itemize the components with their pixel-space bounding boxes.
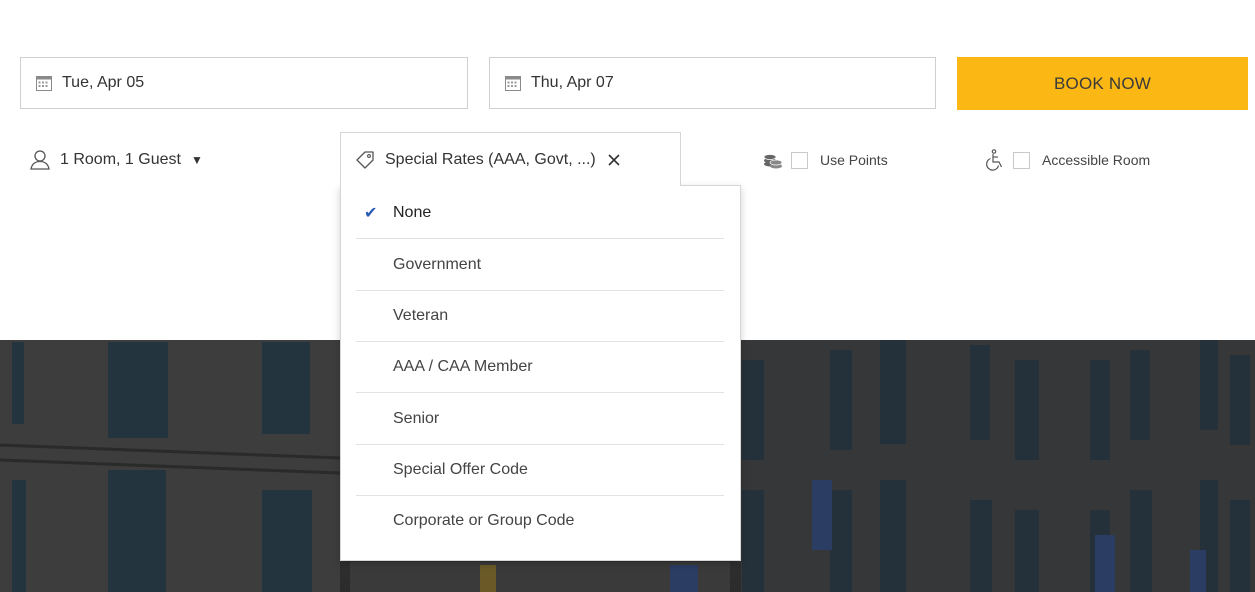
rate-option-veteran[interactable]: Veteran xyxy=(356,290,724,342)
rate-option-corporate-group-code[interactable]: Corporate or Group Code xyxy=(356,495,724,547)
rate-option-label: Senior xyxy=(393,409,440,427)
accessible-room-label: Accessible Room xyxy=(1042,152,1151,168)
coins-icon xyxy=(761,148,785,172)
close-icon[interactable] xyxy=(606,152,622,168)
checkmark-icon: ✔ xyxy=(364,204,378,222)
checkin-date-text: Tue, Apr 05 xyxy=(62,74,145,91)
accessible-room-checkbox[interactable] xyxy=(1013,151,1030,169)
rate-option-special-offer-code[interactable]: Special Offer Code xyxy=(356,444,724,496)
use-points-option[interactable]: Use Points xyxy=(761,146,888,174)
calendar-icon xyxy=(504,74,522,92)
special-rates-selector[interactable]: Special Rates (AAA, Govt, ...) xyxy=(340,132,681,186)
rate-option-label: Government xyxy=(393,255,482,273)
book-now-button[interactable]: BOOK NOW xyxy=(957,57,1248,110)
person-icon xyxy=(29,149,51,171)
use-points-checkbox[interactable] xyxy=(791,151,808,169)
rate-option-senior[interactable]: Senior xyxy=(356,393,724,445)
checkin-date-field[interactable]: Tue, Apr 05 xyxy=(20,57,468,109)
rate-option-label: None xyxy=(393,203,432,221)
rate-option-none[interactable]: ✔ None xyxy=(356,187,724,239)
rate-option-aaa-caa[interactable]: AAA / CAA Member xyxy=(356,341,724,393)
wheelchair-icon xyxy=(983,148,1007,172)
checkout-date-text: Thu, Apr 07 xyxy=(531,74,614,91)
accessible-room-option[interactable]: Accessible Room xyxy=(983,146,1150,174)
rate-option-label: Veteran xyxy=(393,306,449,324)
rate-option-government[interactable]: Government xyxy=(356,239,724,291)
special-rates-dropdown: ✔ None Government Veteran AAA / CAA Memb… xyxy=(340,185,741,561)
caret-down-icon: ▼ xyxy=(190,153,203,167)
special-rates-text: Special Rates (AAA, Govt, ...) xyxy=(385,150,596,168)
rooms-guests-selector[interactable]: 1 Room, 1 Guest ▼ xyxy=(29,145,203,175)
tag-icon xyxy=(354,149,376,171)
rate-option-label: Corporate or Group Code xyxy=(393,512,575,529)
rate-option-label: Special Offer Code xyxy=(393,460,528,478)
rate-option-label: AAA / CAA Member xyxy=(393,357,533,375)
checkout-date-field[interactable]: Thu, Apr 07 xyxy=(489,57,936,109)
use-points-label: Use Points xyxy=(820,152,888,168)
calendar-icon xyxy=(35,74,53,92)
rooms-guests-text: 1 Room, 1 Guest xyxy=(60,151,181,168)
